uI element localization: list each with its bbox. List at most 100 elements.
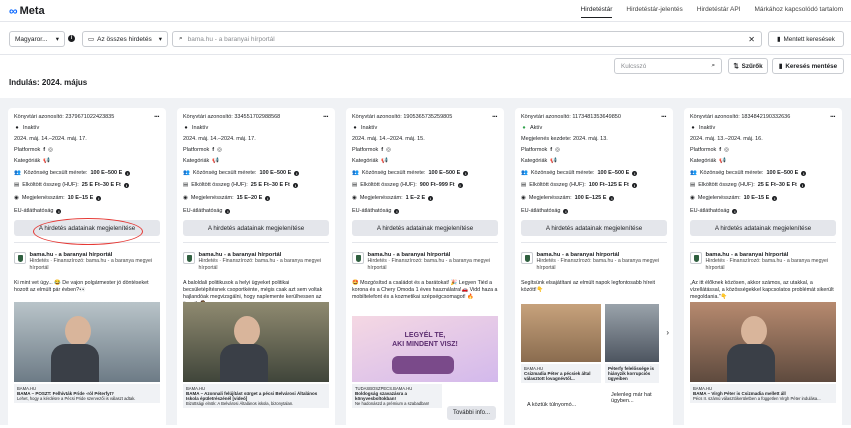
info-icon[interactable]: i: [563, 208, 569, 214]
categories-row: Kategóriák 📢: [690, 158, 726, 164]
clear-icon[interactable]: ✕: [748, 35, 755, 44]
audience-row: 👥 Közönség becsült mérete: 100 E–500 E i: [690, 170, 807, 176]
info-icon[interactable]: i: [428, 195, 434, 201]
ad-caption[interactable]: BAMA.HU Csizmadia Péter a pécsiek által …: [521, 364, 601, 383]
caption-desc: Bizottsági elnök: A Belvárosi Általános …: [186, 401, 294, 406]
ad-category-select[interactable]: ▭ Az összes hirdetés ▾: [82, 31, 168, 47]
info-icon[interactable]: i: [732, 208, 738, 214]
avatar[interactable]: [352, 252, 364, 264]
status-icon: ●: [691, 125, 695, 131]
info-icon[interactable]: i: [801, 170, 807, 176]
eye-icon: ◉: [521, 195, 526, 201]
show-ad-details-button[interactable]: A hirdetés adatainak megjelenítése: [690, 220, 836, 236]
info-icon[interactable]: i: [799, 182, 805, 188]
caption-desc: Pécs II. számú választókerületben a függ…: [693, 396, 821, 401]
nav-ad-library-api[interactable]: Hirdetéstár API: [697, 6, 741, 18]
search-value: bama.hu - a baranyai hírportál: [187, 35, 275, 43]
search-input[interactable]: ⌕ bama.hu - a baranyai hírportál ✕: [172, 31, 762, 47]
info-icon[interactable]: i: [394, 208, 400, 214]
status-row: ● Inaktív: [352, 125, 377, 131]
nav-branded-content[interactable]: Márkához kapcsolódó tartalom: [754, 6, 843, 18]
show-ad-details-button[interactable]: A hirdetés adatainak megjelenítése: [352, 220, 498, 236]
more-options-icon[interactable]: ···: [830, 112, 836, 121]
impressions-value: 15 E–20 E: [236, 195, 263, 201]
info-icon[interactable]: i: [56, 208, 62, 214]
filters-button[interactable]: ⇅ Szűrők: [728, 58, 768, 74]
eu-label: EU-átláthatóság: [14, 208, 54, 214]
more-options-icon[interactable]: ···: [492, 112, 498, 121]
audience-row: 👥 Közönség becsült mérete: 100 E–500 E i: [14, 170, 131, 176]
more-options-icon[interactable]: ···: [154, 112, 160, 121]
nav-ad-library[interactable]: Hirdetéstár: [580, 6, 613, 18]
info-icon[interactable]: i: [123, 182, 129, 188]
info-icon[interactable]: i: [772, 195, 778, 201]
impressions-value: 10 E–15 E: [743, 195, 770, 201]
status-text: Inaktív: [361, 125, 378, 131]
people-icon: 👥: [521, 170, 528, 176]
info-icon[interactable]: i: [96, 195, 102, 201]
avatar[interactable]: [183, 252, 195, 264]
info-icon[interactable]: i: [631, 182, 637, 188]
ad-caption[interactable]: BAMA.HU BAMA – POSZT: Felhívták Pride -r…: [14, 384, 160, 403]
more-options-icon[interactable]: ···: [661, 112, 667, 121]
ad-image[interactable]: [605, 304, 659, 362]
info-icon[interactable]: i: [265, 195, 271, 201]
categories-label: Kategóriák: [690, 158, 717, 164]
sponsored-text: Hirdetés · Finanszírozó: bama.hu - a bar…: [705, 258, 829, 271]
caption-desc: Lehet, hogy a kérdésre a Pécsi Pride sze…: [17, 396, 136, 401]
spend-label: Elköltött összeg (HUF):: [698, 182, 755, 188]
dates-text: 2024. máj. 14.–2024. máj. 15.: [352, 136, 425, 142]
country-select[interactable]: Magyaror... ▾: [9, 31, 65, 47]
status-text: Inaktív: [699, 125, 716, 131]
spend-value: 100 Ft–125 E Ft: [588, 182, 629, 188]
audience-label: Közönség becsült mérete:: [23, 170, 88, 176]
nav-ad-library-report[interactable]: Hirdetéstár-jelentés: [626, 6, 682, 18]
ad-caption[interactable]: TUDASBOSZPECS.BAMA.HU Boldogság szavazás…: [352, 384, 442, 408]
audience-label: Közönség becsült mérete:: [192, 170, 257, 176]
show-ad-details-button[interactable]: A hirdetés adatainak megjelenítése: [521, 220, 667, 236]
ad-image[interactable]: [14, 302, 160, 382]
info-icon[interactable]: i: [463, 170, 469, 176]
spend-value: 25 E Ft–30 E Ft: [757, 182, 797, 188]
info-icon[interactable]: i: [457, 182, 463, 188]
person-shape: [234, 316, 261, 346]
dates-text: 2024. máj. 14.–2024. máj. 17.: [14, 136, 87, 142]
saved-searches-button[interactable]: ▮ Mentett keresések: [768, 31, 844, 47]
more-info-button[interactable]: További info...: [446, 406, 496, 420]
eu-transparency-row: EU-átláthatóság i: [183, 208, 231, 214]
status-row: ● Aktív: [521, 125, 542, 131]
divider: [352, 242, 498, 243]
ad-caption[interactable]: BAMA.HU BAMA – Azonnali felújítást sürge…: [183, 384, 329, 408]
save-search-button[interactable]: ▮ Keresés mentése: [772, 58, 844, 74]
chevron-right-icon[interactable]: ›: [666, 328, 669, 337]
footer-text: A köztük túlnyomó...: [527, 402, 577, 408]
keyword-input[interactable]: Kulcsszó ⌕: [614, 58, 722, 74]
audience-label: Közönség becsült mérete:: [530, 170, 595, 176]
library-id: Könyvtári azonosító: 1905365735259805: [352, 114, 453, 120]
show-ad-details-button[interactable]: A hirdetés adatainak megjelenítése: [183, 220, 329, 236]
ad-image[interactable]: [521, 304, 601, 362]
ad-image[interactable]: [183, 302, 329, 382]
avatar[interactable]: [690, 252, 702, 264]
avatar[interactable]: [521, 252, 533, 264]
more-options-icon[interactable]: ···: [323, 112, 329, 121]
info-icon[interactable]: i: [294, 170, 300, 176]
info-icon[interactable]: i: [68, 35, 75, 42]
info-icon[interactable]: i: [632, 170, 638, 176]
info-icon[interactable]: i: [125, 170, 131, 176]
meta-logo[interactable]: ∞ Meta: [9, 4, 45, 18]
avatar[interactable]: [14, 252, 26, 264]
ad-image[interactable]: LEGYÉL TE, AKI MINDENT VISZ!: [352, 316, 498, 382]
info-icon[interactable]: i: [609, 195, 615, 201]
filters-label: Szűrők: [741, 62, 763, 70]
info-icon[interactable]: i: [292, 182, 298, 188]
audience-label: Közönség becsült mérete:: [361, 170, 426, 176]
ad-caption[interactable]: BAMA.HU BAMA – Virgh Péter is Csizmadia …: [690, 384, 836, 403]
ad-caption[interactable]: Péterfy felelőssége is hiányzik korrupci…: [605, 364, 659, 383]
ad-card: Könyvtári azonosító: 334551702988568 ···…: [177, 108, 335, 428]
monitor-icon: ▭: [88, 36, 95, 43]
ad-image[interactable]: [690, 302, 836, 382]
footer-text: Jelenleg már hat ügyben...: [611, 392, 652, 404]
eu-transparency-row: EU-átláthatóság i: [690, 208, 738, 214]
info-icon[interactable]: i: [225, 208, 231, 214]
